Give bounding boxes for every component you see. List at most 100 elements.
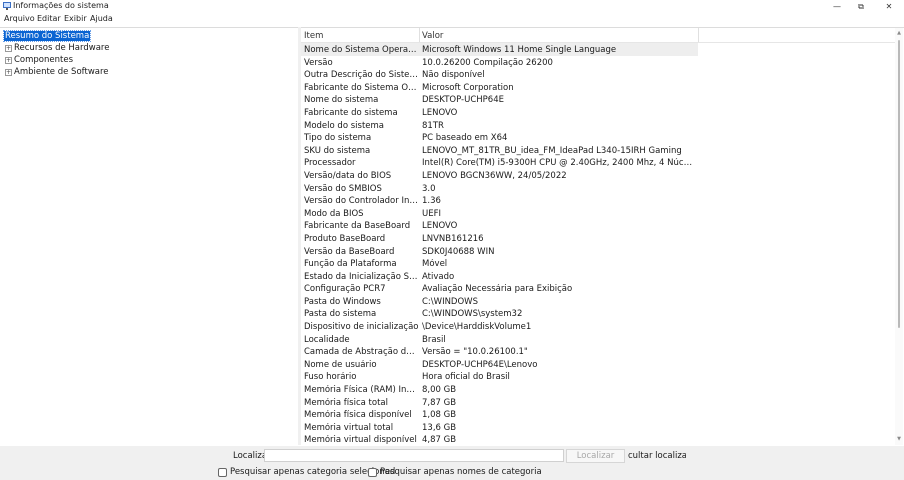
table-row[interactable]: Versão 10.0.26200 Compilação 26200 [301, 56, 896, 69]
column-header-value[interactable]: Valor [422, 31, 443, 41]
row-item-cell: Pasta do Windows [304, 296, 381, 307]
table-row[interactable]: Produto BaseBoard LNVNB161216 [301, 232, 896, 245]
close-find-button[interactable]: cultar localizaçã [628, 451, 686, 461]
row-item-cell: Produto BaseBoard [304, 233, 386, 244]
row-value-cell: Intel(R) Core(TM) i5-9300H CPU @ 2.40GHz… [422, 158, 694, 169]
title-bar[interactable]: Informações do sistema — ⧉ ✕ [0, 0, 904, 13]
details-list[interactable]: Item Valor Nome do Sistema OperacionalMi… [301, 27, 904, 446]
table-row[interactable]: Nome do sistema DESKTOP-UCHP64E [301, 93, 896, 106]
menu-bar: Arquivo Editar Exibir Ajuda [0, 13, 904, 26]
row-value-cell: C:\WINDOWS\system32 [422, 309, 523, 320]
vertical-scrollbar[interactable]: ▲ ▼ [895, 28, 903, 445]
expand-icon[interactable]: + [5, 45, 12, 52]
maximize-button[interactable]: ⧉ [850, 0, 872, 13]
menu-arquivo[interactable]: Arquivo [4, 14, 35, 23]
table-row[interactable]: Nome de usuário DESKTOP-UCHP64E\Lenovo [301, 358, 896, 371]
row-value-cell: DESKTOP-UCHP64E [422, 95, 504, 106]
table-row[interactable]: Fabricante do Sistema Operac...Microsoft… [301, 81, 896, 94]
row-value-cell: \Device\HarddiskVolume1 [422, 322, 532, 333]
tree-item-label: Ambiente de Software [14, 67, 109, 77]
row-value-cell: LENOVO [422, 107, 458, 118]
table-row[interactable]: Versão da BaseBoard SDK0J40688 WIN [301, 245, 896, 258]
row-item-cell: Modelo do sistema [304, 120, 384, 131]
row-item-cell: Fabricante da BaseBoard [304, 221, 411, 232]
tree-item-resumo[interactable]: Resumo do Sistema [2, 30, 92, 42]
expand-icon[interactable]: + [5, 69, 12, 76]
row-value-cell: C:\WINDOWS [422, 296, 478, 307]
find-button[interactable]: Localizar [566, 449, 625, 463]
checkbox-box[interactable] [368, 467, 377, 477]
table-row[interactable]: Estado da Inicialização SeguraAtivado [301, 270, 896, 283]
checkbox-label: Pesquisar apenas nomes de categoria [380, 467, 542, 477]
scroll-down-arrow-icon[interactable]: ▼ [896, 436, 902, 442]
row-item-cell: Pasta do sistema [304, 309, 377, 320]
table-row[interactable]: Modelo do sistema 81TR [301, 119, 896, 132]
row-item-cell: Memória virtual disponível [304, 435, 417, 446]
table-row[interactable]: Função da Plataforma Móvel [301, 257, 896, 270]
table-row[interactable]: Outra Descrição do Sistema O...Não dispo… [301, 68, 896, 81]
row-value-cell: Ativado [422, 271, 455, 282]
table-row[interactable]: Versão do Controlador Incorp...1.36 [301, 194, 896, 207]
row-value-cell: LENOVO [422, 221, 458, 232]
row-item-cell: Dispositivo de inicialização [304, 322, 419, 333]
row-value-cell: 13,6 GB [422, 422, 457, 433]
table-row[interactable]: Nome do Sistema OperacionalMicrosoft Win… [301, 43, 698, 56]
menu-ajuda[interactable]: Ajuda [90, 14, 113, 23]
row-value-cell: PC baseado em X64 [422, 133, 508, 144]
checkbox-box[interactable] [218, 467, 227, 477]
row-item-cell: Localidade [304, 334, 350, 345]
table-row[interactable]: Memória virtual disponível 4,87 GB [301, 433, 896, 446]
tree-item-ambiente-software[interactable]: + Ambiente de Software [5, 67, 109, 78]
table-row[interactable]: Pasta do sistema C:\WINDOWS\system32 [301, 307, 896, 320]
row-item-cell: Versão [304, 57, 333, 68]
scroll-thumb[interactable] [898, 40, 900, 328]
list-header: Item Valor [301, 28, 896, 43]
table-row[interactable]: Configuração PCR7 Avaliação Necessária pa… [301, 282, 896, 295]
table-row[interactable]: Fabricante da BaseBoard LENOVO [301, 219, 896, 232]
search-category-names-checkbox[interactable]: Pesquisar apenas nomes de categoria [368, 467, 542, 477]
row-value-cell: Avaliação Necessária para Exibição [422, 284, 573, 295]
scroll-up-arrow-icon[interactable]: ▲ [896, 30, 902, 36]
table-row[interactable]: Processador Intel(R) Core(TM) i5-9300H CP… [301, 156, 896, 169]
table-row[interactable]: Memória física disponível 1,08 GB [301, 408, 896, 421]
table-row[interactable]: Pasta do Windows C:\WINDOWS [301, 295, 896, 308]
row-item-cell: Modo da BIOS [304, 208, 364, 219]
row-item-cell: Memória física total [304, 397, 388, 408]
row-item-cell: Fabricante do Sistema Operac... [304, 82, 419, 93]
table-row[interactable]: Dispositivo de inicialização \Device\Hard… [301, 320, 896, 333]
table-row[interactable]: Memória Física (RAM) Instalada8,00 GB [301, 383, 896, 396]
table-row[interactable]: Memória virtual total 13,6 GB [301, 421, 896, 434]
column-divider[interactable] [698, 28, 699, 42]
minimize-button[interactable]: — [826, 0, 848, 13]
tree-item-label: Componentes [14, 55, 74, 65]
column-divider[interactable] [419, 28, 420, 42]
row-value-cell: Móvel [422, 259, 448, 270]
menu-editar[interactable]: Editar [37, 14, 61, 23]
row-item-cell: Fabricante do sistema [304, 107, 398, 118]
window-title: Informações do sistema [13, 1, 109, 10]
column-header-item[interactable]: Item [304, 31, 323, 41]
table-row[interactable]: Versão do SMBIOS 3.0 [301, 182, 896, 195]
tree-item-recursos-hardware[interactable]: + Recursos de Hardware [5, 43, 109, 54]
row-item-cell: Memória física disponível [304, 410, 412, 421]
close-button[interactable]: ✕ [878, 0, 900, 13]
table-row[interactable]: Versão/data do BIOS LENOVO BGCN36WW, 24/0… [301, 169, 896, 182]
table-row[interactable]: Fabricante do sistema LENOVO [301, 106, 896, 119]
table-row[interactable]: SKU do sistema LENOVO_MT_81TR_BU_idea_FM_… [301, 144, 896, 157]
row-value-cell: Brasil [422, 334, 446, 345]
find-input[interactable] [264, 449, 564, 462]
expand-icon[interactable]: + [5, 57, 12, 64]
tree-item-componentes[interactable]: + Componentes [5, 55, 73, 66]
table-row[interactable]: Tipo do sistema PC baseado em X64 [301, 131, 896, 144]
row-item-cell: Versão/data do BIOS [304, 170, 392, 181]
table-row[interactable]: Localidade Brasil [301, 333, 896, 346]
system-info-icon [3, 2, 11, 10]
table-row[interactable]: Memória física total 7,87 GB [301, 396, 896, 409]
table-row[interactable]: Fuso horário Hora oficial do Brasil [301, 370, 896, 383]
row-value-cell: 3.0 [422, 183, 436, 194]
table-row[interactable]: Camada de Abstração de Har...Versão = "1… [301, 345, 896, 358]
table-row[interactable]: Modo da BIOS UEFI [301, 207, 896, 220]
tree-item-label: Recursos de Hardware [14, 43, 110, 53]
category-tree[interactable]: Resumo do Sistema + Recursos de Hardware … [0, 27, 298, 446]
menu-exibir[interactable]: Exibir [64, 14, 87, 23]
